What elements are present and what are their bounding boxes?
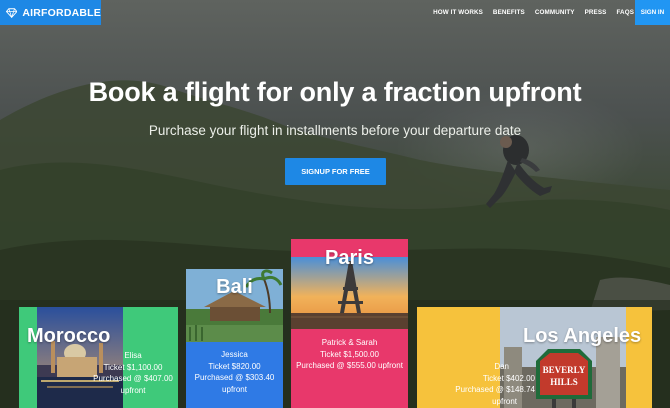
main-nav: HOW IT WORKS BENEFITS COMMUNITY PRESS FA… xyxy=(433,0,634,25)
destination-card-los-angeles[interactable]: BEVERLY HILLS Los Angeles Dan Ticket $40… xyxy=(417,307,652,408)
traveler-name: Elisa xyxy=(124,351,142,360)
card-title-los-angeles: Los Angeles xyxy=(523,325,642,347)
diamond-icon xyxy=(6,7,18,18)
purchased-amount: Purchased @ $555.00 upfront xyxy=(296,361,403,370)
ticket-price: Ticket $1,500.00 xyxy=(320,349,379,359)
upfront-label: upfront xyxy=(120,385,146,395)
nav-community[interactable]: COMMUNITY xyxy=(535,9,575,16)
destination-card-paris[interactable]: Paris Patrick & Sarah Ticket $1,500.00 P… xyxy=(291,239,408,408)
beverly-hills-sign-text-2: HILLS xyxy=(550,377,578,387)
traveler-name: Patrick & Sarah xyxy=(321,338,378,347)
purchased-amount: Purchased @ $303.40 xyxy=(194,373,275,382)
traveler-name: Jessica xyxy=(221,350,248,359)
nav-how-it-works[interactable]: HOW IT WORKS xyxy=(433,9,483,16)
upfront-label: upfront xyxy=(492,396,517,406)
hero-headline: Book a flight for only a fraction upfron… xyxy=(88,77,582,107)
nav-benefits[interactable]: BENEFITS xyxy=(493,9,525,16)
ticket-price: Ticket $820.00 xyxy=(208,361,261,371)
nav-press[interactable]: PRESS xyxy=(585,9,607,16)
card-title-bali: Bali xyxy=(216,276,253,298)
ticket-price: Ticket $1,100.00 xyxy=(103,362,163,372)
destination-card-morocco[interactable]: Morocco Elisa Ticket $1,100.00 Purchased… xyxy=(19,307,178,408)
top-navigation-bar: AIRFORDABLE HOW IT WORKS BENEFITS COMMUN… xyxy=(0,0,670,25)
purchased-amount: Purchased @ $407.00 xyxy=(93,374,173,383)
card-title-morocco: Morocco xyxy=(27,325,111,347)
nav-faqs[interactable]: FAQS xyxy=(616,9,634,16)
purchased-amount: Purchased @ $148.74 xyxy=(455,385,535,394)
brand-logo[interactable]: AIRFORDABLE xyxy=(0,0,101,25)
card-info-morocco: Elisa Ticket $1,100.00 Purchased @ $407.… xyxy=(83,350,178,396)
brand-name: AIRFORDABLE xyxy=(22,6,101,19)
ticket-price: Ticket $402.00 xyxy=(482,373,535,383)
card-info-los-angeles: Dan Ticket $402.00 Purchased @ $148.74 u… xyxy=(435,361,535,407)
card-info-bali: Jessica Ticket $820.00 Purchased @ $303.… xyxy=(186,349,283,395)
beverly-hills-sign-text: BEVERLY xyxy=(543,365,586,375)
sign-in-button[interactable]: SIGN IN xyxy=(635,0,670,25)
traveler-name: Dan xyxy=(494,362,509,371)
jumping-hiker-silhouette xyxy=(486,135,552,208)
upfront-label: upfront xyxy=(222,384,247,394)
signup-button[interactable]: SIGNUP FOR FREE xyxy=(285,158,386,185)
hero-subheadline: Purchase your flight in installments bef… xyxy=(148,123,522,138)
card-title-paris: Paris xyxy=(325,247,374,269)
card-info-paris: Patrick & Sarah Ticket $1,500.00 Purchas… xyxy=(291,337,408,372)
destination-card-bali[interactable]: Bali Jessica Ticket $820.00 Purchased @ … xyxy=(186,269,283,408)
